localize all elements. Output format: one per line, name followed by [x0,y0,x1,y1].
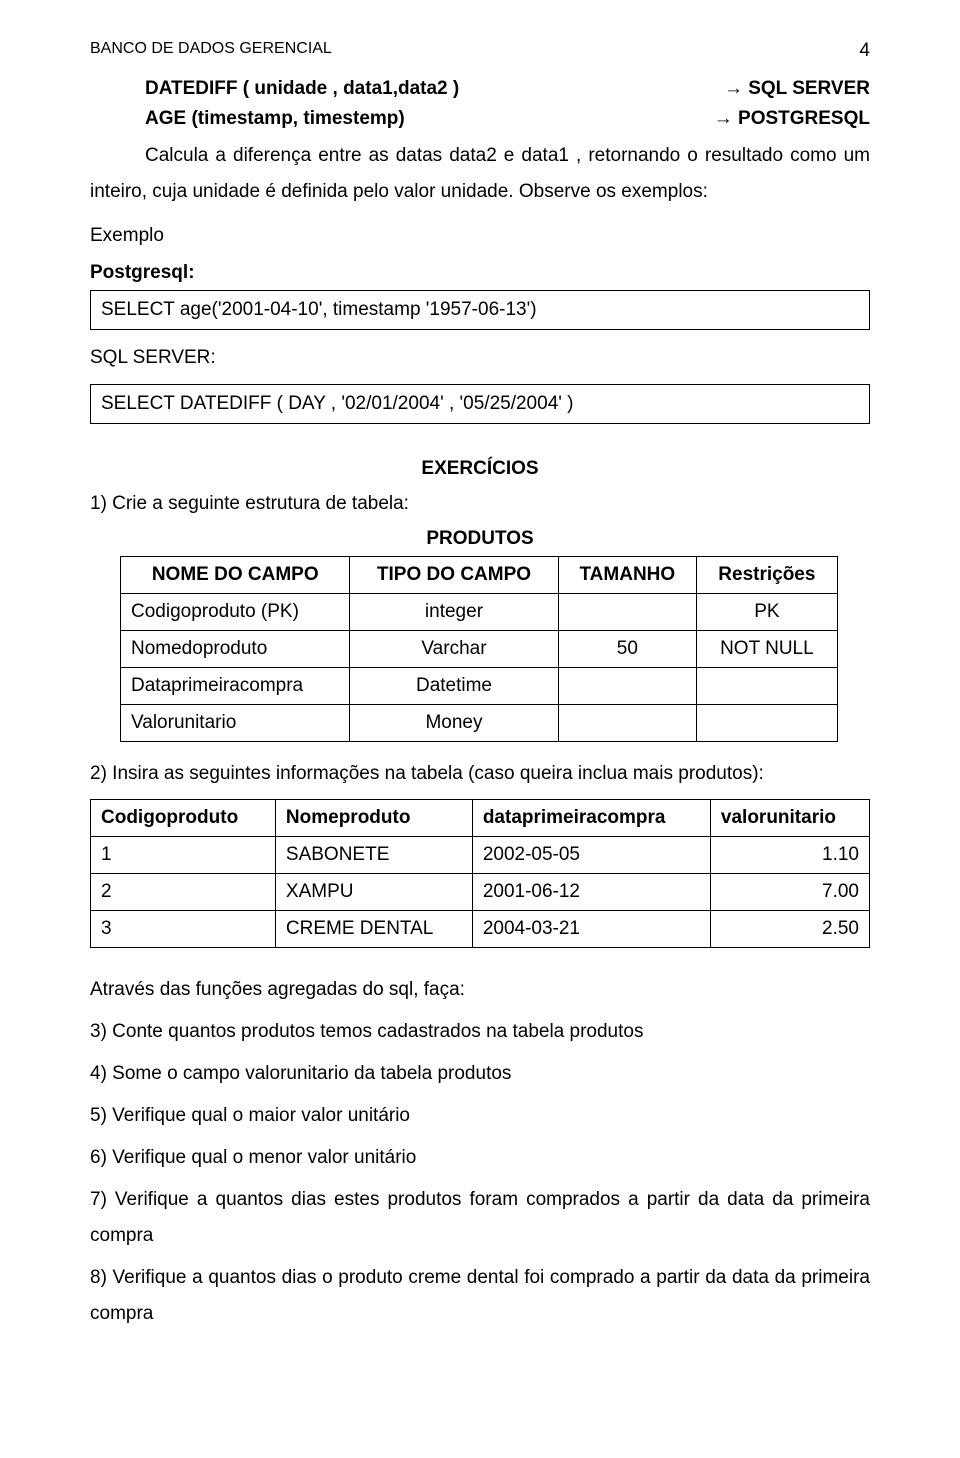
cell: integer [350,594,558,631]
th-tamanho: TAMANHO [558,557,697,594]
code-sqlserver: SELECT DATEDIFF ( DAY , '02/01/2004' , '… [90,384,870,424]
page-header: BANCO DE DADOS GERENCIAL 4 [90,40,870,58]
cell: 2001-06-12 [472,873,710,910]
cell: XAMPU [275,873,472,910]
table-row: NOME DO CAMPO TIPO DO CAMPO TAMANHO Rest… [121,557,838,594]
func-row-2: AGE (timestamp, timestemp) → POSTGRESQL [145,108,870,130]
cell: Dataprimeiracompra [121,668,350,705]
cell [558,705,697,742]
exercise-7: 7) Verifique a quantos dias estes produt… [90,1182,870,1254]
cell: CREME DENTAL [275,910,472,947]
cell: 1 [91,836,276,873]
table-row: 2 XAMPU 2001-06-12 7.00 [91,873,870,910]
exercicios-heading: EXERCÍCIOS [90,458,870,480]
exercise-3: 3) Conte quantos produtos temos cadastra… [90,1014,870,1050]
cell: 7.00 [710,873,869,910]
th-nome-campo: NOME DO CAMPO [121,557,350,594]
table-row: 1 SABONETE 2002-05-05 1.10 [91,836,870,873]
func-postgresql: → POSTGRESQL [714,108,870,130]
exercise-5: 5) Verifique qual o maior valor unitário [90,1098,870,1134]
table-row: Dataprimeiracompra Datetime [121,668,838,705]
cell [558,594,697,631]
cell [558,668,697,705]
cell: 2.50 [710,910,869,947]
func-age: AGE (timestamp, timestemp) [145,108,405,130]
exercise-4: 4) Some o campo valorunitario da tabela … [90,1056,870,1092]
th-nomeproduto: Nomeproduto [275,799,472,836]
cell: 2004-03-21 [472,910,710,947]
cell: SABONETE [275,836,472,873]
cell: Money [350,705,558,742]
th-codigoproduto: Codigoproduto [91,799,276,836]
table-row: 3 CREME DENTAL 2004-03-21 2.50 [91,910,870,947]
post-heading: Através das funções agregadas do sql, fa… [90,972,870,1008]
cell [697,705,837,742]
exemplo-label: Exemplo [90,218,870,254]
function-defs: DATEDIFF ( unidade , data1,data2 ) → SQL… [145,78,870,130]
page-number: 4 [859,40,870,62]
cell: Valorunitario [121,705,350,742]
th-valorunitario: valorunitario [710,799,869,836]
cell: 3 [91,910,276,947]
cell: PK [697,594,837,631]
cell: 1.10 [710,836,869,873]
cell [697,668,837,705]
cell: 50 [558,631,697,668]
func-sqlserver: → SQL SERVER [724,78,870,100]
table-row: Nomedoproduto Varchar 50 NOT NULL [121,631,838,668]
cell: 2002-05-05 [472,836,710,873]
page-container: BANCO DE DADOS GERENCIAL 4 DATEDIFF ( un… [0,0,960,1458]
table-row: Valorunitario Money [121,705,838,742]
postgresql-label: Postgresql: [90,262,870,284]
sqlserver-label: SQL SERVER: [90,340,870,376]
code-ms-text: SELECT DATEDIFF ( DAY , '02/01/2004' , '… [101,393,574,414]
produtos-heading: PRODUTOS [90,528,870,550]
table-produtos-schema: NOME DO CAMPO TIPO DO CAMPO TAMANHO Rest… [120,556,838,742]
func-row-1: DATEDIFF ( unidade , data1,data2 ) → SQL… [145,78,870,100]
exercise-6: 6) Verifique qual o menor valor unitário [90,1140,870,1176]
th-dataprimeiracompra: dataprimeiracompra [472,799,710,836]
code-pg-text: SELECT age('2001-04-10', timestamp '1957… [101,299,537,320]
th-restricoes: Restrições [697,557,837,594]
cell: Datetime [350,668,558,705]
table-produtos-data: Codigoproduto Nomeproduto dataprimeiraco… [90,799,870,948]
table-row: Codigoproduto Nomeproduto dataprimeiraco… [91,799,870,836]
cell: Codigoproduto (PK) [121,594,350,631]
exercise-2: 2) Insira as seguintes informações na ta… [90,756,870,792]
func-datediff: DATEDIFF ( unidade , data1,data2 ) [145,78,459,100]
table-row: Codigoproduto (PK) integer PK [121,594,838,631]
cell: Nomedoproduto [121,631,350,668]
th-tipo-campo: TIPO DO CAMPO [350,557,558,594]
cell: 2 [91,873,276,910]
header-title: BANCO DE DADOS GERENCIAL [90,40,332,57]
exercise-8: 8) Verifique a quantos dias o produto cr… [90,1260,870,1332]
exercise-1: 1) Crie a seguinte estrutura de tabela: [90,486,870,522]
code-postgresql: SELECT age('2001-04-10', timestamp '1957… [90,290,870,330]
cell: Varchar [350,631,558,668]
cell: NOT NULL [697,631,837,668]
description-paragraph: Calcula a diferença entre as datas data2… [90,138,870,210]
